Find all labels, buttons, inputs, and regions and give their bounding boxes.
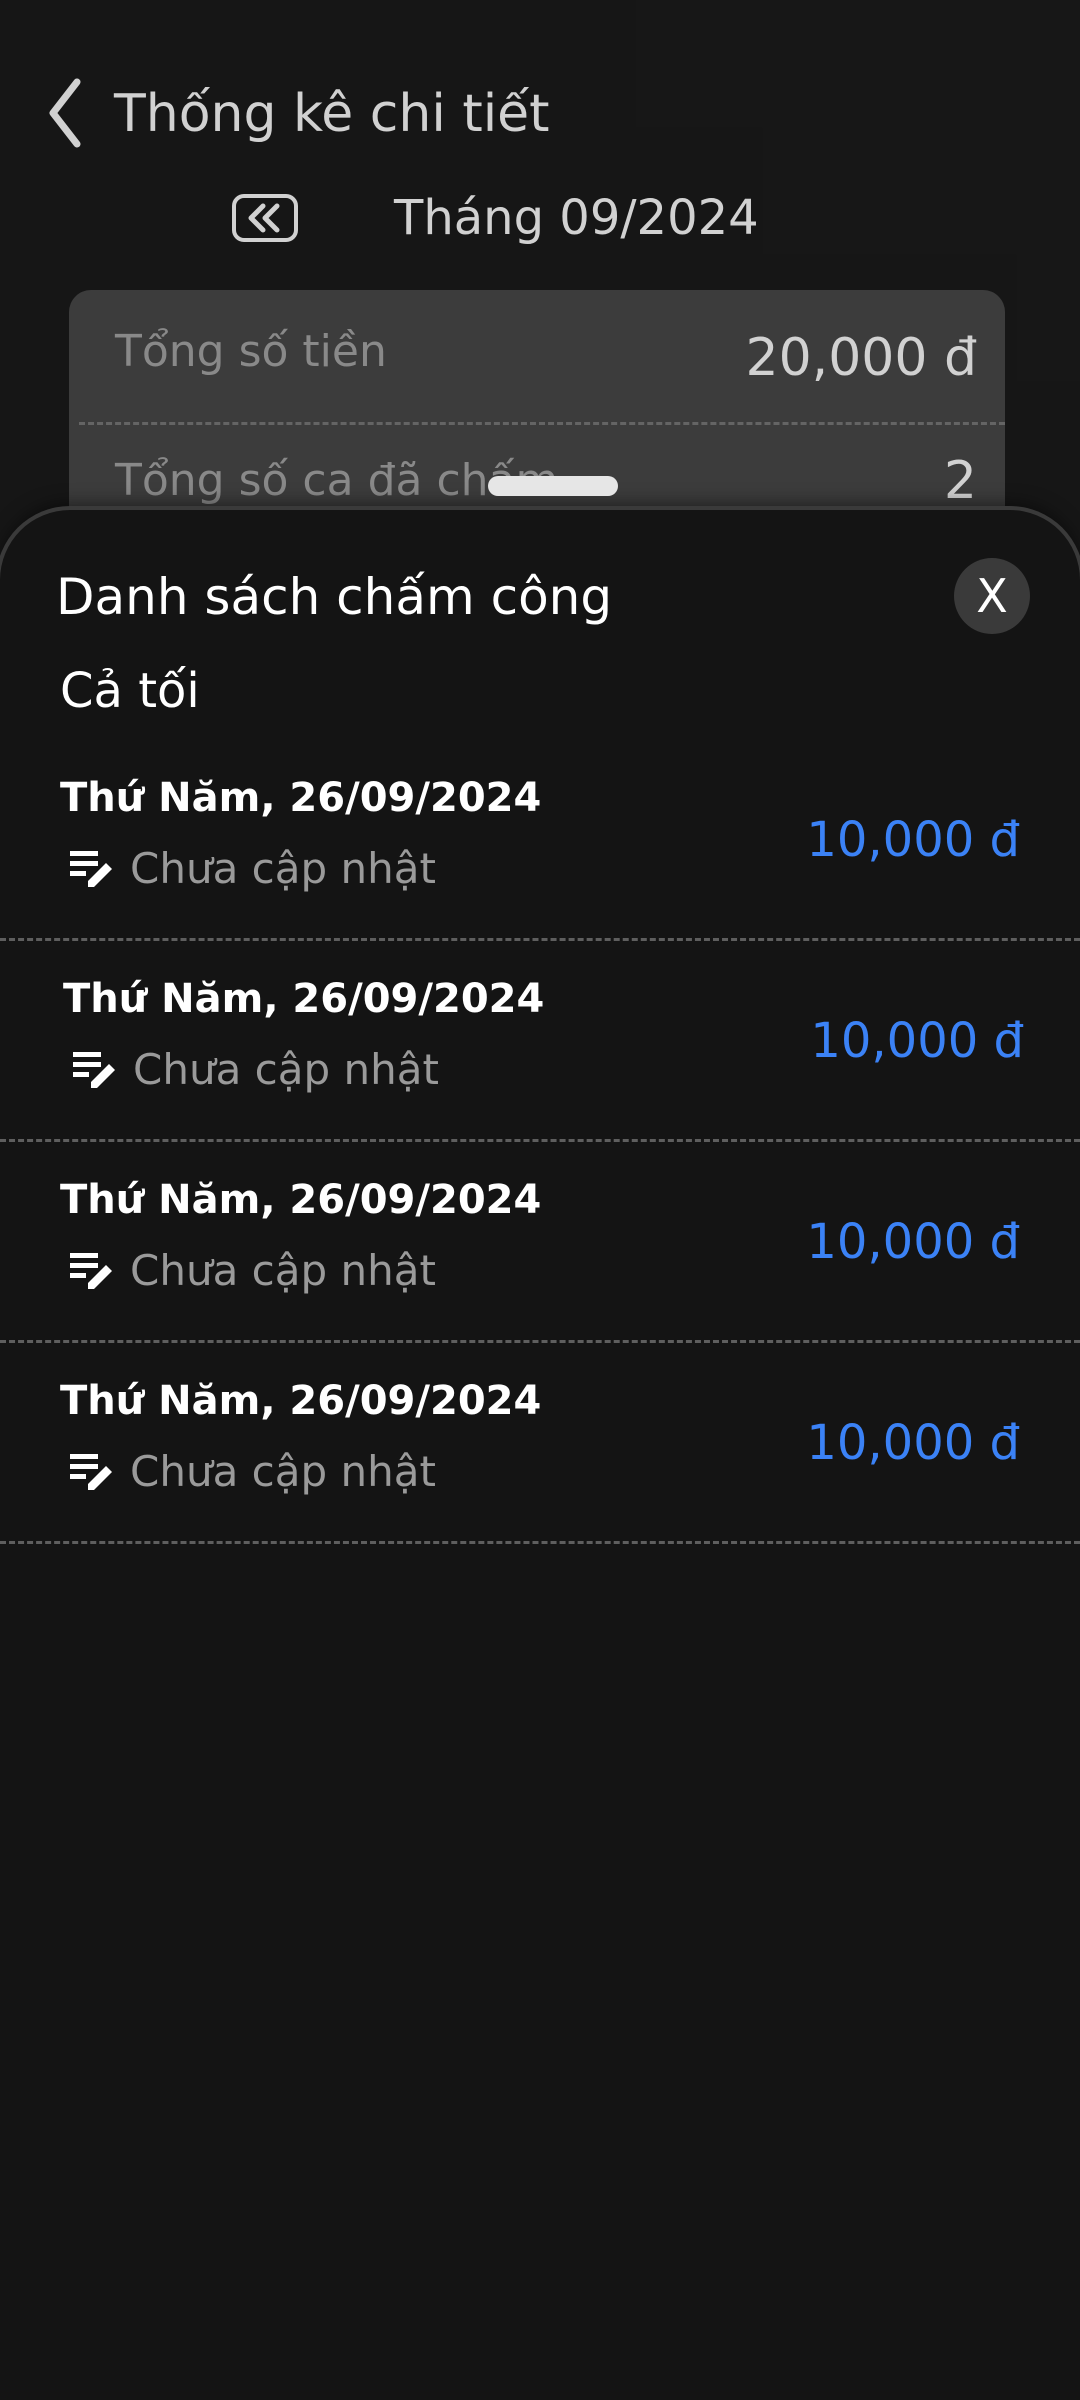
close-button[interactable]: X [954,558,1030,634]
item-note: Chưa cập nhật [66,1439,436,1503]
item-amount: 10,000 đ [806,1415,1020,1471]
list-item[interactable]: Thứ Năm, 26/09/2024 Chưa cập nhật 10,000… [0,941,1080,1142]
item-note-text: Chưa cập nhật [130,843,436,893]
item-date: Thứ Năm, 26/09/2024 [60,1177,542,1223]
edit-note-icon [66,843,116,893]
edit-note-icon [66,1245,116,1295]
edit-note-icon [66,1446,116,1496]
app-screen: Thống kê chi tiết Tháng 09/2024 Tổng số … [0,0,1080,2400]
item-note-text: Chưa cập nhật [130,1245,436,1295]
item-note: Chưa cập nhật [69,1037,439,1101]
item-amount: 10,000 đ [806,812,1020,868]
group-title: Cả tối [60,663,200,719]
item-date: Thứ Năm, 26/09/2024 [63,976,545,1022]
item-date: Thứ Năm, 26/09/2024 [60,775,542,821]
item-note: Chưa cập nhật [66,1238,436,1302]
bottom-sheet: Danh sách chấm công X Cả tối Thứ Năm, 26… [0,476,1080,2400]
list-item[interactable]: Thứ Năm, 26/09/2024 Chưa cập nhật 10,000… [0,1142,1080,1343]
item-note: Chưa cập nhật [66,836,436,900]
item-amount: 10,000 đ [806,1214,1020,1270]
item-amount: 10,000 đ [810,1013,1024,1069]
sheet-drag-handle[interactable] [488,476,618,496]
list-item[interactable]: Thứ Năm, 26/09/2024 Chưa cập nhật 10,000… [0,1343,1080,1544]
item-note-text: Chưa cập nhật [130,1446,436,1496]
item-note-text: Chưa cập nhật [133,1044,439,1094]
sheet-title: Danh sách chấm công [56,568,613,626]
edit-note-icon [69,1044,119,1094]
attendance-list: Thứ Năm, 26/09/2024 Chưa cập nhật 10,000… [0,740,1080,1544]
item-date: Thứ Năm, 26/09/2024 [60,1378,542,1424]
list-item[interactable]: Thứ Năm, 26/09/2024 Chưa cập nhật 10,000… [0,740,1080,941]
